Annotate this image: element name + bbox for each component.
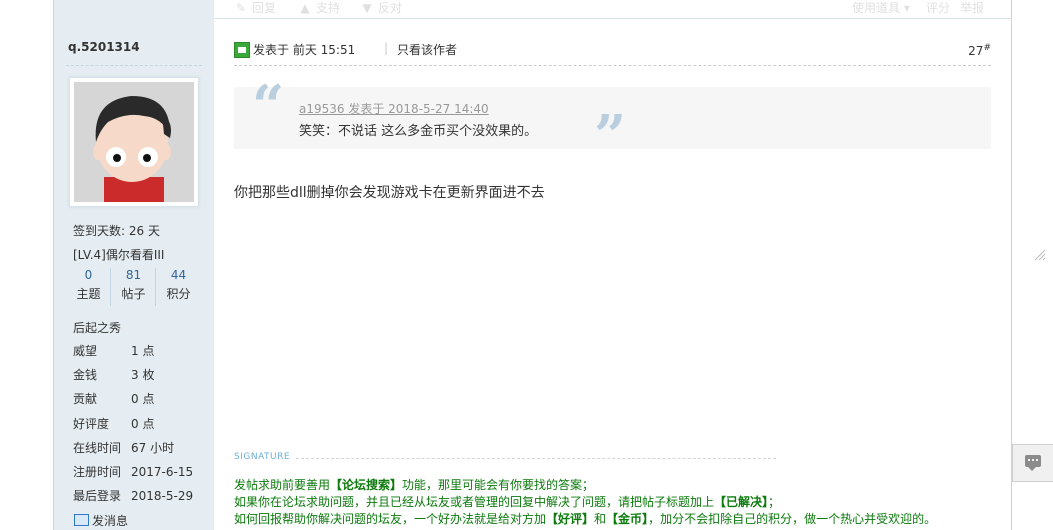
- detail-last-login: 最后登录 2018-5-29: [73, 487, 193, 504]
- thumb-down-icon: ▼: [362, 1, 372, 15]
- signature-line-2: 如果你在论坛求助问题，并且已经从坛友或者管理的回复中解决了问题，请把帖子标题加上…: [234, 493, 780, 510]
- resize-grip-icon[interactable]: [1033, 248, 1047, 262]
- detail-value: 3 枚: [131, 368, 155, 382]
- user-level[interactable]: [LV.4]偶尔看看III: [73, 246, 164, 263]
- oppose-label: 反对: [378, 1, 403, 15]
- online-status-icon: [234, 42, 250, 58]
- reply-icon: ✎: [235, 1, 247, 15]
- avatar[interactable]: [69, 77, 199, 207]
- close-quote-icon: ”: [594, 103, 627, 169]
- sig-bold: 【好评】: [546, 512, 595, 526]
- sig-bold: 【已解决】: [714, 495, 769, 509]
- user-rank: 后起之秀: [73, 321, 122, 335]
- detail-register-date: 注册时间 2017-6-15: [73, 463, 193, 480]
- floor-number[interactable]: 27#: [968, 43, 991, 58]
- detail-key: 在线时间: [73, 441, 122, 455]
- detail-key: 威望: [73, 344, 98, 358]
- user-stats: 0 主题 81 帖子 44 积分: [66, 268, 202, 306]
- sig-text: ，加分不会扣除自己的积分，做一个热心并受欢迎的。: [648, 512, 937, 526]
- detail-contribution: 贡献 0 点: [73, 390, 154, 407]
- only-author-link[interactable]: 只看该作者: [397, 41, 457, 58]
- quote-text: 笑笑：不说话 这么多金币买个没效果的。: [299, 124, 538, 139]
- post-time: 发表于 前天 15:51: [253, 43, 356, 57]
- floor-value: 27: [968, 44, 984, 58]
- detail-value: 1 点: [131, 344, 155, 358]
- floor-mark: #: [983, 43, 991, 53]
- signature-divider: [296, 458, 776, 459]
- feedback-chat-button[interactable]: [1012, 444, 1053, 482]
- detail-key: 注册时间: [73, 465, 122, 479]
- rate-button[interactable]: 评分: [926, 0, 950, 16]
- sig-bold: 【金币】: [606, 512, 649, 526]
- stat-threads-value: 0: [84, 268, 93, 282]
- signature-line-1: 发帖求助前要善用【论坛搜索】功能，那里可能会有你要找的答案；: [234, 476, 594, 493]
- open-quote-icon: “: [252, 73, 285, 139]
- stat-posts-label: 帖子: [121, 287, 146, 301]
- detail-value: 0 点: [131, 392, 155, 406]
- sig-text: 和: [594, 512, 607, 526]
- send-message-label: 发消息: [92, 514, 129, 528]
- envelope-icon: [74, 514, 89, 526]
- signature-label: SIGNATURE: [234, 452, 291, 462]
- stat-credits-label: 积分: [166, 287, 191, 301]
- detail-key: 金钱: [73, 368, 98, 382]
- stat-posts[interactable]: 81 帖子: [110, 268, 156, 306]
- sig-text: 功能，那里可能会有你要找的答案；: [402, 478, 595, 492]
- forum-page: q.5201314 签到天数: 26 天 [LV.4]偶尔看看III 0 主题 …: [0, 0, 1053, 530]
- checkin-days: 签到天数: 26 天: [73, 224, 160, 238]
- use-tool-label: 使用道具: [852, 1, 901, 15]
- post-header: 发表于 前天 15:51 | 只看该作者 27#: [234, 41, 991, 66]
- sig-text: ；: [768, 495, 781, 509]
- sig-text: 如果你在论坛求助问题，并且已经从坛友或者管理的回复中解决了问题，请把帖子标题加上: [234, 495, 715, 509]
- stat-credits-value: 44: [170, 268, 187, 282]
- detail-value: 67 小时: [131, 441, 175, 455]
- chat-dots: [1028, 459, 1038, 463]
- oppose-button[interactable]: ▼ 反对: [360, 0, 402, 16]
- detail-key: 最后登录: [73, 489, 122, 503]
- reply-label: 回复: [252, 1, 277, 15]
- detail-value: 2017-6-15: [131, 465, 194, 479]
- sig-bold: 【论坛搜索】: [330, 478, 403, 492]
- stat-threads-label: 主题: [76, 287, 101, 301]
- detail-money: 金钱 3 枚: [73, 366, 154, 383]
- author-name[interactable]: q.5201314: [68, 40, 140, 54]
- detail-online-time: 在线时间 67 小时: [73, 439, 174, 456]
- quote-block: “ a19536 发表于 2018-5-27 14:40 笑笑：不说话 这么多金…: [234, 73, 991, 169]
- avatar-image: [74, 82, 194, 202]
- sig-text: 发帖求助前要善用: [234, 478, 331, 492]
- stat-credits[interactable]: 44 积分: [155, 268, 201, 306]
- sig-text: 如何回报帮助你解决问题的坛友，一个好办法就是给对方加: [234, 512, 547, 526]
- detail-rating: 好评度 0 点: [73, 415, 154, 432]
- separator: |: [384, 41, 389, 55]
- divider: [66, 65, 202, 66]
- signature-line-3: 如何回报帮助你解决问题的坛友，一个好办法就是给对方加【好评】和【金币】，加分不会…: [234, 510, 936, 527]
- previous-post-actions: ✎ 回复 ▲ 支持 ▼ 反对 使用道具 ▾ 评分 举报: [214, 0, 1011, 19]
- stat-threads[interactable]: 0 主题: [66, 268, 111, 306]
- detail-value: 2018-5-29: [131, 489, 194, 503]
- detail-value: 0 点: [131, 417, 155, 431]
- post-content: 你把那些dll删掉你会发现游戏卡在更新界面进不去: [234, 185, 545, 201]
- thumb-up-icon: ▲: [300, 1, 310, 15]
- detail-key: 好评度: [73, 417, 110, 431]
- use-tool-menu[interactable]: 使用道具 ▾: [852, 0, 910, 16]
- report-button[interactable]: 举报: [960, 0, 984, 16]
- stat-posts-value: 81: [125, 268, 142, 282]
- detail-prestige: 威望 1 点: [73, 342, 154, 359]
- quote-header[interactable]: a19536 发表于 2018-5-27 14:40: [299, 100, 489, 117]
- author-sidebar: q.5201314 签到天数: 26 天 [LV.4]偶尔看看III 0 主题 …: [53, 0, 215, 530]
- detail-key: 贡献: [73, 392, 98, 406]
- support-label: 支持: [316, 1, 341, 15]
- support-button[interactable]: ▲ 支持: [298, 0, 340, 16]
- reply-button[interactable]: ✎ 回复: [234, 0, 276, 16]
- post-main: ✎ 回复 ▲ 支持 ▼ 反对 使用道具 ▾ 评分 举报 发表于 前天 15:51 | …: [214, 0, 1012, 530]
- send-message-link[interactable]: 发消息: [74, 512, 128, 529]
